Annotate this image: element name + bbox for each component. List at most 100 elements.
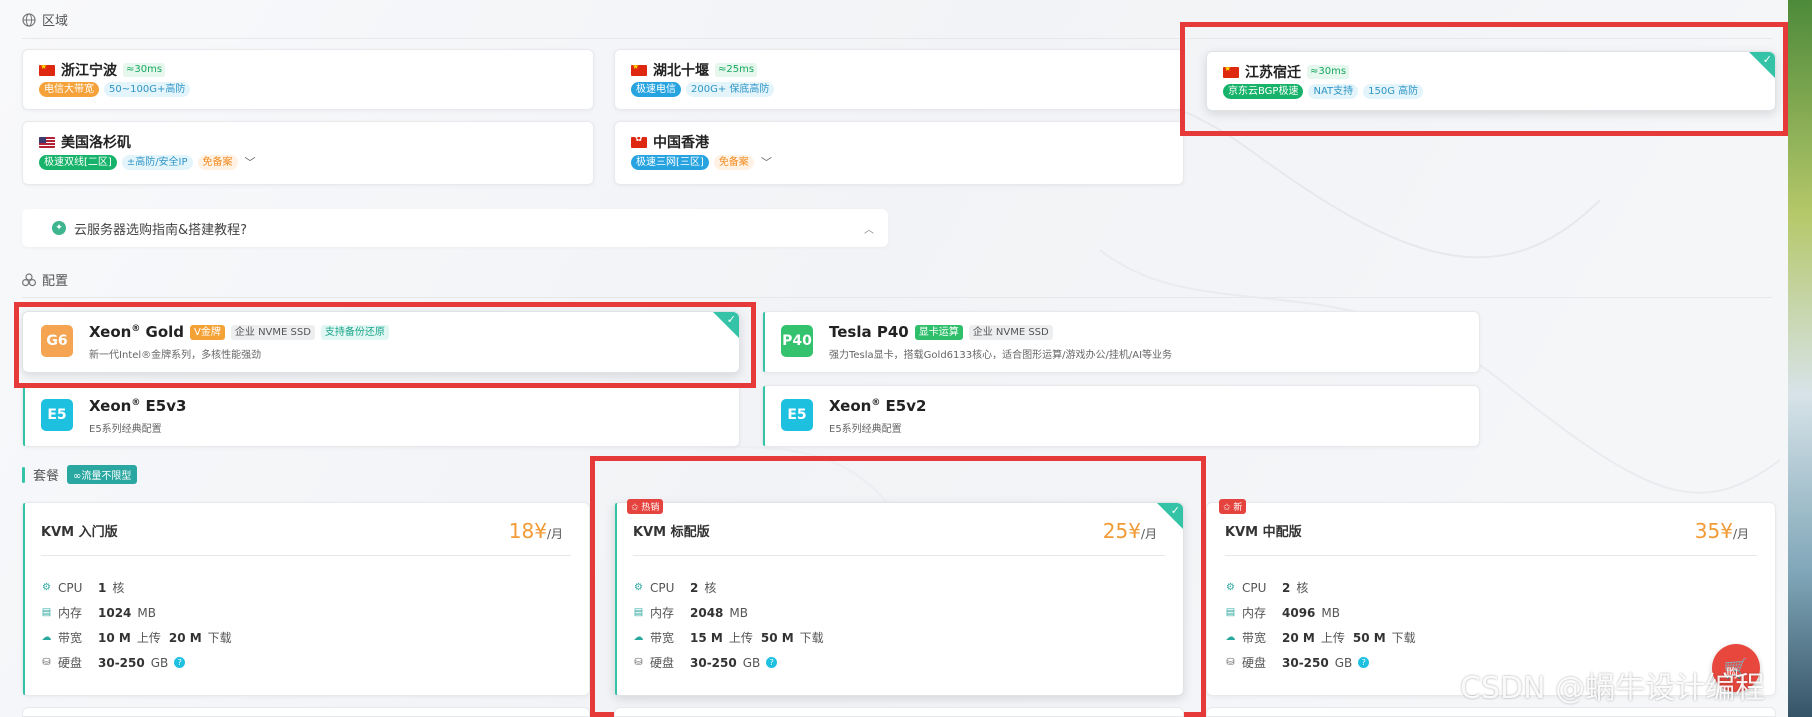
config-tag: V金牌 xyxy=(190,324,225,340)
config-name: Tesla P40 xyxy=(829,323,909,341)
check-icon: ✓ xyxy=(1170,504,1180,517)
config-section-header: 配置 xyxy=(21,270,69,289)
cpu-badge: E5 xyxy=(41,399,73,431)
next-row-card-edge xyxy=(614,707,1184,717)
plan-price: 25¥/月 xyxy=(1102,519,1157,543)
spec-bandwidth: ☁ 带宽 15 M 上传 50 M 下载 xyxy=(633,630,824,646)
flag-cn-icon xyxy=(1223,66,1239,78)
spec-cpu: ⚙ CPU 2 核 xyxy=(1226,580,1309,596)
plan-card-entry[interactable]: KVM 入门版 18¥/月 ⚙ CPU 1 核 ▤ 内存 1024 MB ☁ 带宽 10 M 上传… xyxy=(22,502,590,696)
cloud-upload-icon: ☁ xyxy=(41,632,52,643)
spec-cpu: ⚙ CPU 1 核 xyxy=(42,580,125,596)
cpu-icon: ⚙ xyxy=(42,582,51,593)
hot-badge: ✩ 热销 xyxy=(627,499,664,514)
config-divider xyxy=(22,297,1772,298)
spec-bandwidth: ☁ 带宽 20 M 上传 50 M 下载 xyxy=(1225,630,1416,646)
region-card-ningbo[interactable]: 浙江宁波 ≈30ms 电信大带宽 50~100G+高防 xyxy=(22,49,594,110)
chevron-up-icon[interactable]: ︿ xyxy=(864,221,874,236)
chevron-down-icon[interactable]: ﹀ xyxy=(245,154,256,170)
memory-icon: ▤ xyxy=(41,607,52,618)
guide-collapse-bar[interactable]: ✦ 云服务器选购指南&搭建教程? ︿ xyxy=(22,209,888,247)
spec-bandwidth: ☁ 带宽 10 M 上传 20 M 下载 xyxy=(41,630,232,646)
watermark: CSDN @蜗牛设计编程 xyxy=(1460,671,1766,706)
region-card-hongkong[interactable]: 中国香港 极速三网[三区]免备案 ﹀ xyxy=(614,121,1184,185)
region-section-header: 区域 xyxy=(22,10,68,29)
region-ping: ≈25ms xyxy=(715,63,758,77)
region-tag: NAT支持 xyxy=(1308,84,1359,99)
config-tag: 支持备份还原 xyxy=(320,324,389,340)
region-card-suqian[interactable]: 江苏宿迁 ≈30ms 京东云BGP极速 NAT支持 150G 高防 ✓ xyxy=(1206,51,1776,111)
spec-memory: ▤ 内存 1024 MB xyxy=(41,605,156,621)
config-name: Xeon xyxy=(89,397,132,415)
database-icon: ⛁ xyxy=(42,657,51,668)
spec-disk: ⛁ 硬盘 30-250 GB? xyxy=(633,654,778,671)
globe-icon xyxy=(22,12,36,27)
region-card-shiyan[interactable]: 湖北十堰 ≈25ms 极速电信 200G+ 保底高防 xyxy=(614,49,1184,110)
region-tag: 京东云BGP极速 xyxy=(1223,84,1304,99)
help-icon[interactable]: ? xyxy=(766,657,778,668)
database-icon: ⛁ xyxy=(634,657,643,668)
config-desc: E5系列经典配置 xyxy=(829,424,902,435)
check-icon: ✓ xyxy=(726,313,736,326)
config-tag: 企业 NVME SSD xyxy=(968,324,1053,340)
flag-us-icon xyxy=(39,136,55,148)
next-row-card-edge xyxy=(22,707,590,717)
region-ping: ≈30ms xyxy=(1307,65,1350,79)
flag-hk-icon xyxy=(631,136,647,148)
region-tag: 150G 高防 xyxy=(1363,84,1424,99)
region-ping: ≈30ms xyxy=(123,63,166,77)
config-desc: E5系列经典配置 xyxy=(89,424,162,435)
package-section-header: 套餐 ∞流量不限型 xyxy=(22,465,138,484)
region-name: 浙江宁波 xyxy=(61,63,117,79)
region-tag: 免备案 xyxy=(713,154,754,170)
cpu-icon: ⚙ xyxy=(634,582,643,593)
region-tag: 50~100G+高防 xyxy=(104,82,191,97)
config-card-e5v3[interactable]: E5 Xeon® E5v3 E5系列经典配置 xyxy=(22,385,740,447)
memory-icon: ▤ xyxy=(1225,607,1236,618)
region-name: 美国洛杉矶 xyxy=(61,135,131,151)
config-section-label: 配置 xyxy=(42,274,69,289)
region-tag: 免备案 xyxy=(197,154,238,170)
region-tag: 极速三网[三区] xyxy=(631,154,709,170)
right-edge-art xyxy=(1788,0,1812,717)
plan-name: KVM 入门版 xyxy=(41,525,118,540)
config-card-e5v2[interactable]: E5 Xeon® E5v2 E5系列经典配置 xyxy=(762,385,1480,447)
guide-text: 云服务器选购指南&搭建教程? xyxy=(74,222,248,238)
cpu-badge: E5 xyxy=(781,399,813,431)
region-name: 江苏宿迁 xyxy=(1245,65,1301,81)
check-icon: ✓ xyxy=(1762,53,1772,66)
config-desc: 新一代Intel®金牌系列，多核性能强劲 xyxy=(89,350,262,361)
plan-price: 35¥/月 xyxy=(1694,519,1749,543)
plan-card-standard[interactable]: ✩ 热销 KVM 标配版 25¥/月 ⚙ CPU 2 核 ▤ 内存 2048 MB ☁ 带宽 1… xyxy=(614,499,1184,696)
plan-name: KVM 中配版 xyxy=(1225,525,1302,540)
cubes-icon xyxy=(21,272,36,287)
region-name: 中国香港 xyxy=(653,135,709,151)
spec-cpu: ⚙ CPU 2 核 xyxy=(634,580,717,596)
plan-name: KVM 标配版 xyxy=(633,525,710,540)
flag-cn-icon xyxy=(39,64,55,76)
config-card-g6[interactable]: G6 Xeon® Gold V金牌 企业 NVME SSD 支持备份还原 新一代… xyxy=(22,311,740,373)
cpu-icon: ⚙ xyxy=(1226,582,1235,593)
config-desc: 强力Tesla显卡，搭载Gold6133核心，适合图形运算/游戏办公/挂机/AI… xyxy=(829,350,1173,361)
region-divider xyxy=(22,38,1772,39)
database-icon: ⛁ xyxy=(1226,657,1235,668)
plan-price: 18¥/月 xyxy=(508,519,563,543)
config-name: Xeon xyxy=(829,397,872,415)
region-section-label: 区域 xyxy=(42,14,69,29)
config-tag: 企业 NVME SSD xyxy=(230,324,315,340)
region-name: 湖北十堰 xyxy=(653,63,709,79)
traffic-tag[interactable]: ∞流量不限型 xyxy=(67,465,138,484)
config-tag: 显卡运算 xyxy=(914,324,963,340)
config-card-p40[interactable]: P40 Tesla P40 显卡运算 企业 NVME SSD 强力Tesla显卡… xyxy=(762,311,1480,373)
next-row-card-edge xyxy=(1206,707,1776,717)
region-card-losangeles[interactable]: 美国洛杉矶 极速双线[二区] ±高防/安全IP 免备案 ﹀ xyxy=(22,121,594,185)
cloud-upload-icon: ☁ xyxy=(633,632,644,643)
chevron-down-icon[interactable]: ﹀ xyxy=(761,154,772,170)
memory-icon: ▤ xyxy=(633,607,644,618)
spec-memory: ▤ 内存 4096 MB xyxy=(1225,605,1340,621)
help-icon[interactable]: ? xyxy=(174,657,186,668)
new-badge: ✩ 新 xyxy=(1219,499,1247,514)
spec-memory: ▤ 内存 2048 MB xyxy=(633,605,748,621)
region-tag: 极速电信 xyxy=(631,82,681,97)
help-icon[interactable]: ? xyxy=(1358,657,1370,668)
